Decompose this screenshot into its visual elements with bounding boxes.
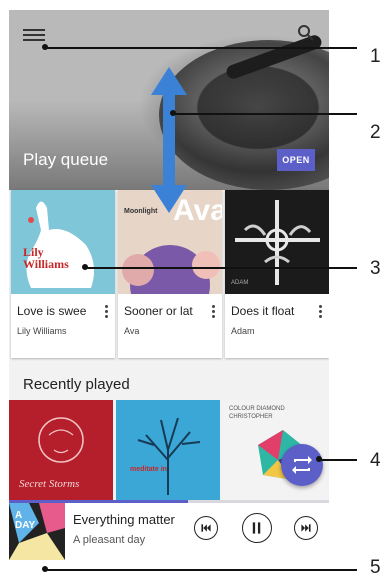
recently-played-list: Secret Storms meditate in COLOUR DIAMOND… xyxy=(9,400,329,500)
queue-card[interactable]: ADAM Does it float Adam xyxy=(225,190,329,358)
track-artist: Lily Williams xyxy=(17,326,67,336)
callout-number-2: 2 xyxy=(370,122,381,143)
track-artist: Adam xyxy=(231,326,255,336)
queue-card[interactable]: Moonlight Ava Sooner or lat Ava xyxy=(118,190,222,358)
more-options-icon[interactable] xyxy=(212,304,216,320)
album-art-does-it-float: ADAM xyxy=(225,190,329,294)
now-playing-art: A DAY xyxy=(9,503,65,560)
play-queue-list: Lily Williams Love is swee Lily Williams… xyxy=(11,190,329,360)
callout-number-5: 5 xyxy=(370,557,381,578)
callout-line-5 xyxy=(45,569,357,571)
recent-album-tile[interactable]: Secret Storms xyxy=(9,400,113,500)
queue-card[interactable]: Lily Williams Love is swee Lily Williams xyxy=(11,190,115,358)
more-options-icon[interactable] xyxy=(319,304,323,320)
callout-number-1: 1 xyxy=(370,46,381,67)
drag-arrow xyxy=(151,67,187,213)
recently-played-title: Recently played xyxy=(23,376,130,393)
track-title: Does it float xyxy=(231,304,295,318)
callout-line-3 xyxy=(85,267,357,269)
art-text: meditate in xyxy=(130,466,167,473)
music-app-screen: Play queue OPEN Lily Williams Love is sw… xyxy=(9,10,329,580)
rabbit-art xyxy=(26,201,95,288)
repeat-icon[interactable] xyxy=(281,444,323,486)
track-title: Love is swee xyxy=(17,304,87,318)
callout-line-1 xyxy=(45,47,357,49)
mini-player[interactable]: A DAY Everything matter A pleasant day xyxy=(9,500,329,580)
art-text: A DAY xyxy=(15,510,36,531)
now-playing-subtitle: A pleasant day xyxy=(73,534,146,546)
more-options-icon[interactable] xyxy=(105,304,109,320)
ink-art xyxy=(235,200,320,285)
track-artist: Ava xyxy=(124,326,140,336)
callout-line-4 xyxy=(319,459,357,461)
open-queue-button[interactable]: OPEN xyxy=(277,149,315,171)
play-queue-title: Play queue xyxy=(23,150,109,169)
art-text: ADAM xyxy=(231,280,249,286)
pause-icon[interactable] xyxy=(242,513,272,543)
album-art-love-is-sweet: Lily Williams xyxy=(11,190,115,294)
track-title: Sooner or lat xyxy=(124,304,193,318)
now-playing-title: Everything matter xyxy=(73,512,175,527)
hamburger-menu-icon[interactable] xyxy=(23,26,45,44)
skip-previous-icon[interactable] xyxy=(194,516,218,540)
recent-album-tile[interactable]: meditate in xyxy=(116,400,220,500)
search-icon[interactable] xyxy=(297,24,315,42)
callout-number-3: 3 xyxy=(370,258,381,279)
art-text: COLOUR DIAMOND CHRISTOPHER xyxy=(229,406,285,420)
callout-line-2 xyxy=(173,113,357,115)
tree-art xyxy=(137,417,201,495)
skip-next-icon[interactable] xyxy=(294,516,318,540)
art-text: Secret Storms xyxy=(19,478,80,490)
art-text: Williams xyxy=(23,257,69,271)
callout-number-4: 4 xyxy=(370,450,381,471)
